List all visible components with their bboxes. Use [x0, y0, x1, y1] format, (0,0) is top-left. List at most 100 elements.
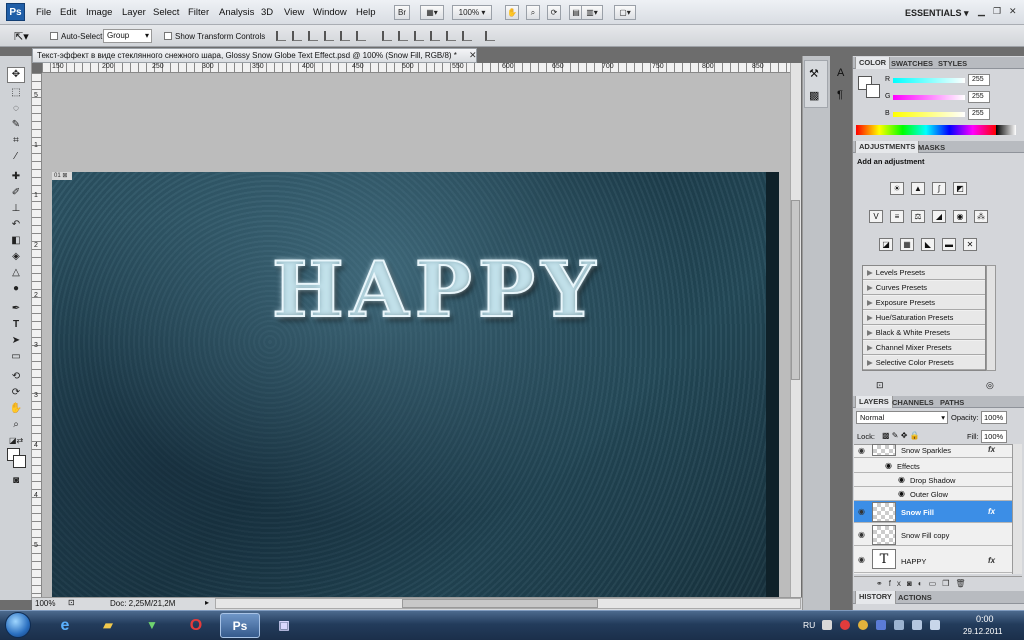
channel-r-value[interactable]: 255: [968, 74, 990, 86]
menu-file[interactable]: File: [36, 7, 51, 18]
vibrance-icon[interactable]: V: [869, 210, 883, 223]
path-selection-tool-icon[interactable]: ➤: [9, 334, 23, 348]
new-layer-icon[interactable]: ❐: [942, 579, 955, 588]
status-menu-arrow-icon[interactable]: ▸: [205, 598, 209, 607]
paint-bucket-tool-icon[interactable]: ◈: [9, 250, 23, 264]
preset-hue-saturation[interactable]: ▶ Hue/Saturation Presets: [863, 311, 985, 325]
tray-monitor-icon[interactable]: [912, 620, 922, 630]
type-tool-icon[interactable]: T: [9, 318, 23, 332]
3d-camera-tool-icon[interactable]: ⟳: [9, 386, 23, 400]
visibility-eye-icon[interactable]: ◉: [858, 555, 865, 564]
tray-flag-icon[interactable]: [894, 620, 904, 630]
posterize-icon[interactable]: ▦: [900, 238, 914, 251]
horizontal-scroll-thumb[interactable]: [402, 599, 598, 608]
brushes-icon[interactable]: ▩: [809, 89, 819, 102]
hand-tool-panel-icon[interactable]: ✋: [9, 402, 23, 416]
tab-channels[interactable]: CHANNELS: [892, 398, 934, 407]
presets-scrollbar[interactable]: [986, 265, 996, 371]
layers-scrollbar[interactable]: [1012, 444, 1022, 574]
clock-time[interactable]: 0:00: [976, 614, 994, 624]
preset-levels[interactable]: ▶ Levels Presets: [863, 266, 985, 280]
vertical-scroll-thumb[interactable]: [791, 200, 800, 380]
menu-analysis[interactable]: Analysis: [219, 7, 254, 18]
pen-tool-icon[interactable]: ✒: [9, 302, 23, 316]
tray-opera-icon[interactable]: [840, 620, 850, 630]
rotate-view-icon[interactable]: ⟳: [547, 5, 561, 20]
status-preview-icon[interactable]: ⊡: [68, 598, 75, 607]
channel-g-slider[interactable]: [893, 95, 965, 100]
invert-icon[interactable]: ◪: [879, 238, 893, 251]
distribute-right-icon[interactable]: [462, 31, 472, 41]
tab-masks[interactable]: MASKS: [918, 143, 945, 152]
tab-actions[interactable]: ACTIONS: [898, 593, 932, 602]
tab-swatches[interactable]: SWATCHES: [891, 59, 933, 68]
dodge-tool-icon[interactable]: ●: [9, 282, 23, 296]
eraser-tool-icon[interactable]: ◧: [9, 234, 23, 248]
blur-tool-icon[interactable]: △: [9, 266, 23, 280]
hue-saturation-icon[interactable]: ≡: [890, 210, 904, 223]
download-manager-icon[interactable]: ▼: [132, 613, 172, 638]
distribute-left-icon[interactable]: [430, 31, 440, 41]
internet-explorer-icon[interactable]: e: [45, 613, 85, 638]
menu-window[interactable]: Window: [313, 7, 347, 18]
clock-date[interactable]: 29.12.2011: [963, 627, 1002, 636]
layer-fx-icon[interactable]: fx: [988, 507, 995, 516]
tray-utility-icon[interactable]: [858, 620, 868, 630]
preset-exposure[interactable]: ▶ Exposure Presets: [863, 296, 985, 310]
tool-presets-icon[interactable]: ⚒: [809, 67, 819, 80]
outer-glow-eye-icon[interactable]: ◉: [898, 489, 905, 498]
layer-effects-row[interactable]: [854, 459, 1012, 473]
align-hcenter-icon[interactable]: [340, 31, 350, 41]
zoom-level-dropdown[interactable]: 100% ▾: [452, 5, 492, 20]
save-disk-icon[interactable]: ▣: [264, 613, 304, 638]
color-spectrum-bar[interactable]: [856, 125, 996, 135]
preset-curves[interactable]: ▶ Curves Presets: [863, 281, 985, 295]
photo-filter-icon[interactable]: ◉: [953, 210, 967, 223]
photoshop-task-button[interactable]: Ps: [220, 613, 260, 638]
color-balance-icon[interactable]: ⚖: [911, 210, 925, 223]
visibility-eye-icon[interactable]: ◉: [858, 530, 865, 539]
move-tool-icon[interactable]: ✥: [7, 67, 25, 83]
hand-tool-icon[interactable]: ✋: [505, 5, 519, 20]
black-white-icon[interactable]: ◢: [932, 210, 946, 223]
selective-color-icon[interactable]: ✕: [963, 238, 977, 251]
tray-app-icon[interactable]: [822, 620, 832, 630]
clone-stamp-tool-icon[interactable]: ⊥: [9, 202, 23, 216]
tab-history[interactable]: HISTORY: [855, 591, 896, 604]
menu-select[interactable]: Select: [153, 7, 179, 18]
arrange-documents-icon[interactable]: ▥▾: [581, 5, 603, 20]
eyedropper-tool-icon[interactable]: ⁄: [9, 150, 23, 164]
distribute-bottom-icon[interactable]: [414, 31, 424, 41]
lock-icons[interactable]: ▩ ✎ ✥ 🔒: [882, 431, 920, 440]
move-tool-preset-icon[interactable]: ⇱▾: [14, 30, 29, 43]
tray-network-icon[interactable]: [876, 620, 886, 630]
minimize-icon[interactable]: ▁: [978, 6, 985, 17]
zoom-tool-panel-icon[interactable]: ⌕: [9, 418, 23, 432]
tab-styles[interactable]: STYLES: [938, 59, 967, 68]
delete-layer-icon[interactable]: 🗑: [955, 579, 971, 588]
shape-tool-icon[interactable]: ▭: [9, 350, 23, 364]
paragraph-panel-icon[interactable]: ¶: [837, 89, 843, 101]
preset-channel-mixer[interactable]: ▶ Channel Mixer Presets: [863, 341, 985, 355]
curves-icon[interactable]: ∫: [932, 182, 946, 195]
channel-mixer-icon[interactable]: ⁂: [974, 210, 988, 223]
channel-b-slider[interactable]: [893, 112, 965, 117]
history-brush-tool-icon[interactable]: ↶: [9, 218, 23, 232]
menu-edit[interactable]: Edit: [60, 7, 76, 18]
healing-brush-tool-icon[interactable]: ✚: [9, 170, 23, 184]
effects-eye-icon[interactable]: ◉: [885, 461, 892, 470]
adjustments-footer-icon[interactable]: ⊡: [876, 380, 884, 391]
levels-icon[interactable]: ▲: [911, 182, 925, 195]
grayscale-ramp[interactable]: [996, 125, 1016, 135]
zoom-tool-icon[interactable]: ⌕: [526, 5, 540, 20]
preset-black-white[interactable]: ▶ Black & White Presets: [863, 326, 985, 340]
marquee-tool-icon[interactable]: ⬚: [9, 86, 23, 100]
auto-select-checkbox[interactable]: [50, 32, 58, 40]
restore-icon[interactable]: ❐: [993, 6, 1001, 17]
blend-mode-dropdown[interactable]: Normal ▾: [856, 411, 948, 424]
distribute-vcenter-icon[interactable]: [398, 31, 408, 41]
menu-layer[interactable]: Layer: [122, 7, 146, 18]
align-right-icon[interactable]: [356, 31, 366, 41]
layer-fx-icon[interactable]: fx: [988, 445, 995, 454]
close-document-icon[interactable]: ✕: [469, 50, 477, 61]
